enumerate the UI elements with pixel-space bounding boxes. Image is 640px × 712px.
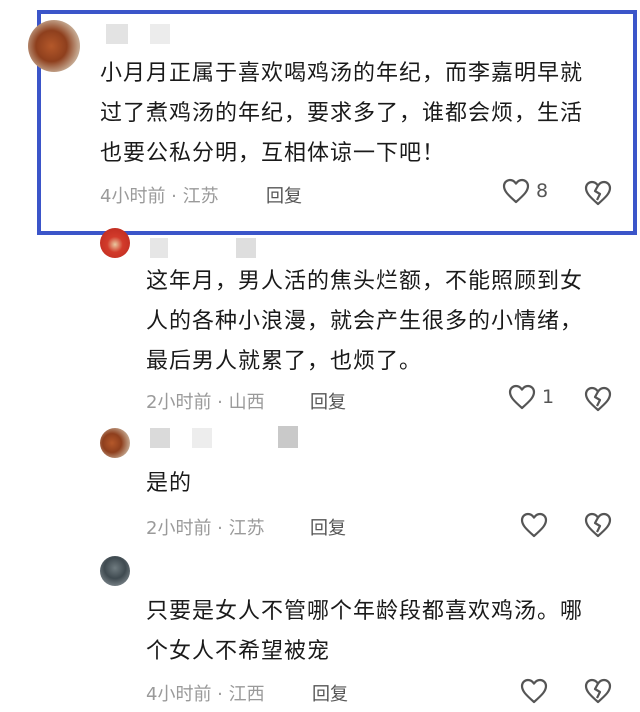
username-blurred — [150, 24, 170, 44]
heart-outline-icon — [520, 512, 548, 538]
like-button[interactable]: 8 — [502, 178, 548, 204]
comment-text-line: 人的各种小浪漫，就会产生很多的小情绪， — [146, 309, 584, 334]
comment-text-line: 最后男人就累了，也烦了。 — [146, 349, 423, 374]
username-blurred — [278, 426, 298, 448]
heart-outline-icon — [502, 178, 530, 204]
username-blurred — [236, 238, 256, 258]
comment-text-line: 只要是女人不管哪个年龄段都喜欢鸡汤。哪 — [146, 599, 584, 624]
like-button[interactable]: 1 — [508, 384, 554, 410]
comment-text-line: 这年月，男人活的焦头烂额，不能照顾到女 — [146, 269, 584, 294]
reply-button[interactable]: 回复 — [310, 388, 346, 414]
username-blurred — [192, 428, 212, 448]
like-button[interactable] — [520, 512, 548, 538]
heart-outline-icon — [508, 384, 536, 410]
like-button[interactable] — [520, 678, 548, 704]
comment-meta: 4小时前 · 江西 — [146, 684, 265, 705]
comment-text-line: 个女人不希望被宠 — [146, 639, 331, 664]
reply-button[interactable]: 回复 — [266, 182, 302, 208]
broken-heart-icon[interactable] — [584, 678, 612, 704]
broken-heart-icon[interactable] — [584, 180, 612, 206]
comment-text-line: 也要公私分明，互相体谅一下吧！ — [100, 141, 446, 166]
heart-outline-icon — [520, 678, 548, 704]
comment-meta: 2小时前 · 山西 — [146, 392, 265, 413]
broken-heart-icon[interactable] — [584, 386, 612, 412]
comment-text-line: 小月月正属于喜欢喝鸡汤的年纪，而李嘉明早就 — [100, 61, 584, 86]
avatar[interactable] — [100, 428, 130, 458]
username-blurred[interactable] — [106, 24, 128, 44]
username-blurred[interactable] — [150, 428, 170, 448]
avatar[interactable] — [100, 228, 130, 258]
comment-meta: 4小时前 · 江苏 — [100, 186, 219, 207]
comment-text-line: 过了煮鸡汤的年纪，要求多了，谁都会烦，生活 — [100, 101, 584, 126]
avatar[interactable] — [28, 20, 80, 72]
comment-text-line: 是的 — [146, 471, 193, 496]
reply-button[interactable]: 回复 — [310, 514, 346, 540]
avatar[interactable] — [100, 556, 130, 586]
like-count: 1 — [542, 386, 555, 408]
broken-heart-icon[interactable] — [584, 512, 612, 538]
comment-meta: 2小时前 · 江苏 — [146, 518, 265, 539]
username-blurred[interactable] — [150, 238, 168, 258]
reply-button[interactable]: 回复 — [312, 680, 348, 706]
like-count: 8 — [536, 180, 549, 202]
